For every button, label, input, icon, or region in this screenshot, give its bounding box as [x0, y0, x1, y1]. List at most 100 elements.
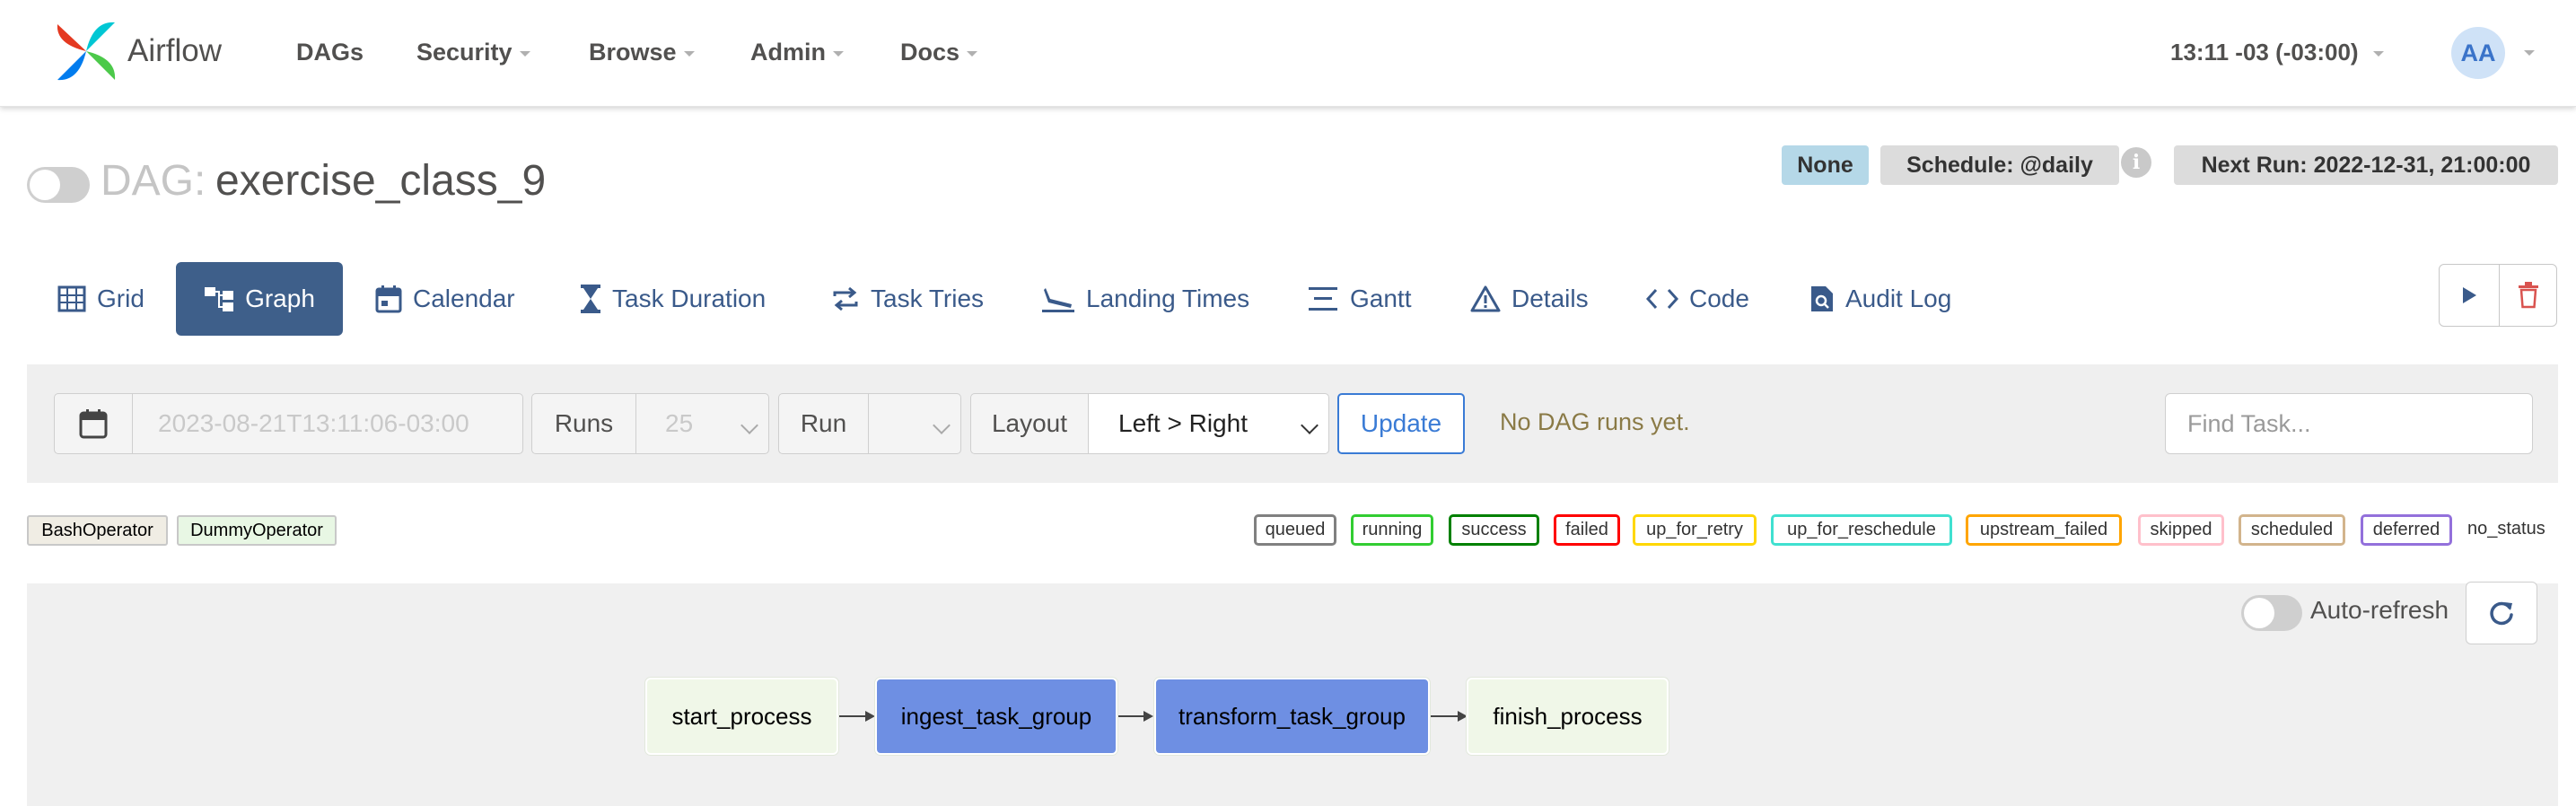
toggle-knob: [30, 170, 60, 200]
brand-text: Airflow: [127, 33, 223, 68]
nav-dags-label: DAGs: [296, 39, 364, 66]
nav-browse-label: Browse: [589, 39, 677, 66]
tab-calendar-label: Calendar: [413, 285, 515, 312]
info-icon[interactable]: i: [2121, 147, 2151, 178]
legend-state-running[interactable]: running: [1351, 514, 1433, 546]
tab-landing-times-label: Landing Times: [1086, 285, 1250, 312]
tab-code[interactable]: Code: [1646, 262, 1749, 336]
tab-gantt[interactable]: Gantt: [1307, 262, 1411, 336]
chevron-down-icon: [2372, 51, 2384, 57]
legend-state-up-for-retry[interactable]: up_for_retry: [1633, 514, 1757, 546]
play-icon: [2463, 287, 2476, 303]
legend-state-success[interactable]: success: [1449, 514, 1539, 546]
next-run-badge: Next Run: 2022-12-31, 21:00:00: [2174, 145, 2558, 185]
calendar-icon: [375, 285, 402, 313]
find-task-input[interactable]: Find Task...: [2165, 393, 2533, 454]
warning-triangle-icon: [1470, 285, 1501, 312]
tab-code-label: Code: [1689, 285, 1749, 312]
plane-landing-icon: [1042, 288, 1074, 312]
retry-icon: [833, 286, 858, 311]
base-date-addon[interactable]: [54, 393, 133, 454]
legend-state-upstream-failed[interactable]: upstream_failed: [1966, 514, 2122, 546]
nav-security-label: Security: [416, 39, 513, 66]
airflow-pinwheel-icon: [57, 22, 116, 81]
chevron-down-icon: [519, 51, 530, 57]
tab-task-tries-label: Task Tries: [871, 285, 985, 312]
tab-audit-log[interactable]: Audit Log: [1809, 262, 1951, 336]
gantt-icon: [1309, 287, 1337, 311]
chevron-down-icon: [967, 51, 978, 57]
nav-browse[interactable]: Browse: [589, 0, 695, 105]
nav-docs[interactable]: Docs: [900, 0, 978, 105]
chevron-down-icon: [740, 416, 758, 434]
nav-admin-label: Admin: [750, 39, 826, 66]
nav-admin[interactable]: Admin: [750, 0, 844, 105]
tab-task-duration[interactable]: Task Duration: [580, 262, 766, 336]
search-doc-icon: [1811, 286, 1833, 311]
tab-audit-log-label: Audit Log: [1845, 285, 1952, 312]
grid-icon: [57, 285, 86, 312]
run-label: Run: [778, 393, 869, 454]
dag-action-buttons: [2439, 264, 2557, 327]
calendar-icon: [79, 409, 108, 439]
legend-state-failed[interactable]: failed: [1554, 514, 1620, 546]
chevron-down-icon: [1301, 416, 1319, 434]
refresh-button[interactable]: [2466, 582, 2537, 644]
code-icon: [1646, 288, 1678, 310]
legend-state-scheduled[interactable]: scheduled: [2239, 514, 2345, 546]
chevron-down-icon[interactable]: [2524, 50, 2535, 56]
dag-prefix: DAG:: [101, 157, 206, 205]
graph-node-finish-process[interactable]: finish_process: [1467, 678, 1669, 755]
chevron-down-icon: [683, 51, 695, 57]
trigger-dag-button[interactable]: [2440, 265, 2499, 326]
tab-details-label: Details: [1511, 285, 1589, 312]
edge-ingest-to-transform: [1117, 711, 1153, 722]
chevron-down-icon: [933, 416, 951, 434]
chevron-down-icon: [833, 51, 844, 57]
layout-label: Layout: [970, 393, 1089, 454]
graph-node-start-process[interactable]: start_process: [645, 678, 838, 755]
runs-label: Runs: [531, 393, 636, 454]
legend-state-deferred[interactable]: deferred: [2361, 514, 2452, 546]
tab-graph[interactable]: Graph: [176, 262, 343, 336]
legend-state-no-status[interactable]: no_status: [2467, 519, 2545, 539]
run-select[interactable]: [868, 393, 961, 454]
runs-select[interactable]: 25: [635, 393, 769, 454]
airflow-brand[interactable]: Airflow: [52, 16, 222, 86]
dag-pause-toggle[interactable]: [27, 167, 90, 203]
graph-node-ingest-task-group[interactable]: ingest_task_group: [875, 678, 1117, 755]
tab-grid[interactable]: Grid: [57, 262, 145, 336]
clock-text: 13:11 -03 (-03:00): [2170, 39, 2359, 66]
tab-landing-times[interactable]: Landing Times: [1041, 262, 1249, 336]
schedule-badge: Schedule: @daily: [1880, 145, 2119, 185]
legend-operator-dummy[interactable]: DummyOperator: [177, 515, 337, 546]
legend-operator-bash[interactable]: BashOperator: [27, 515, 168, 546]
no-runs-message: No DAG runs yet.: [1500, 408, 1690, 435]
tab-grid-label: Grid: [97, 285, 145, 312]
legend-state-queued[interactable]: queued: [1254, 514, 1336, 546]
tab-task-tries[interactable]: Task Tries: [831, 262, 984, 336]
tab-details[interactable]: Details: [1470, 262, 1589, 336]
runs-select-value: 25: [665, 409, 694, 437]
legend-state-up-for-reschedule[interactable]: up_for_reschedule: [1771, 514, 1952, 546]
legend-state-skipped[interactable]: skipped: [2138, 514, 2224, 546]
tab-graph-label: Graph: [245, 285, 315, 312]
delete-dag-button[interactable]: [2500, 265, 2557, 326]
trash-icon: [2519, 282, 2538, 309]
nav-security[interactable]: Security: [416, 0, 530, 105]
refresh-icon: [2490, 601, 2513, 626]
graph-node-transform-task-group[interactable]: transform_task_group: [1154, 678, 1430, 755]
timezone-clock[interactable]: 13:11 -03 (-03:00): [2170, 0, 2384, 105]
auto-refresh-toggle[interactable]: [2241, 595, 2302, 631]
update-button[interactable]: Update: [1337, 393, 1465, 454]
tab-calendar[interactable]: Calendar: [375, 262, 515, 336]
layout-select[interactable]: Left > Right: [1088, 393, 1329, 454]
nav-dags[interactable]: DAGs: [296, 0, 364, 105]
base-date-input[interactable]: 2023-08-21T13:11:06-03:00: [132, 393, 523, 454]
hourglass-icon: [581, 285, 600, 313]
owner-badge[interactable]: None: [1782, 145, 1869, 185]
tab-task-duration-label: Task Duration: [612, 285, 767, 312]
user-avatar[interactable]: AA: [2451, 27, 2505, 79]
auto-refresh-label: Auto-refresh: [2310, 596, 2449, 624]
nav-docs-label: Docs: [900, 39, 960, 66]
